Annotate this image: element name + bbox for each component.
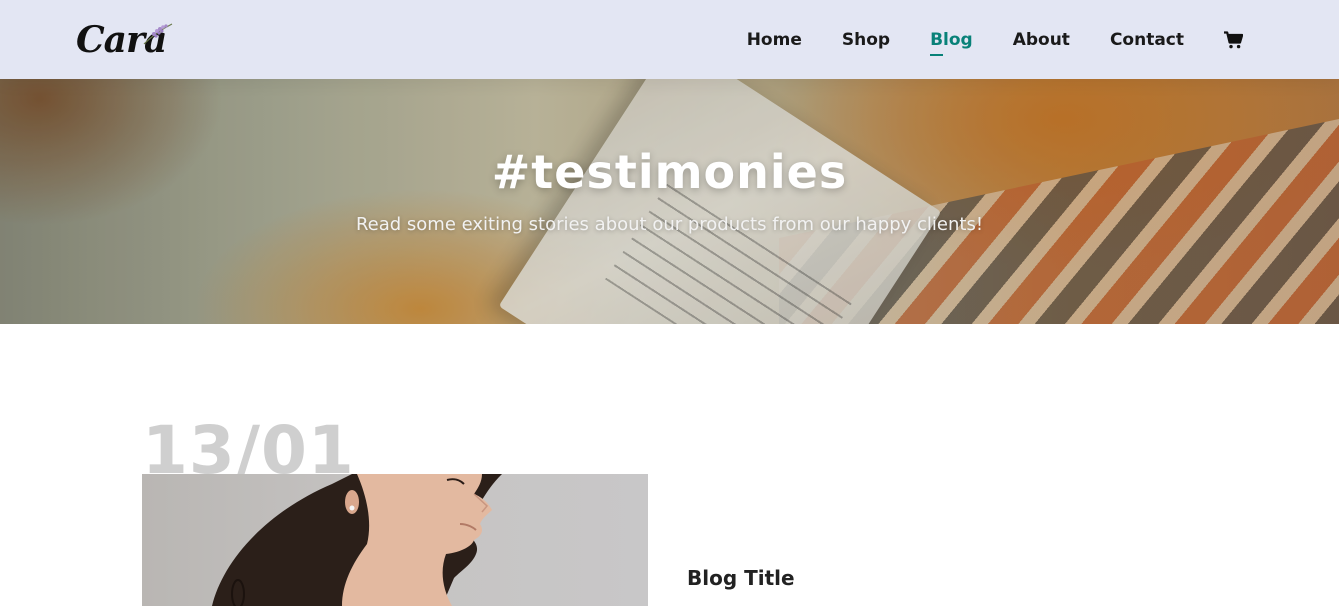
page-hero: #testimonies Read some exiting stories a… — [0, 79, 1339, 324]
hero-title: #testimonies — [491, 145, 848, 199]
blog-post-image[interactable] — [142, 474, 648, 606]
site-header: Cara Home Shop Blog About Contact — [0, 0, 1339, 79]
cart-icon[interactable] — [1224, 30, 1243, 49]
blog-post-title[interactable]: Blog Title — [687, 566, 795, 590]
main-nav: Home Shop Blog About Contact — [707, 24, 1243, 56]
nav-shop[interactable]: Shop — [842, 24, 890, 56]
lavender-sprig-icon — [143, 22, 173, 44]
hero-overlay — [0, 79, 1339, 324]
nav-about[interactable]: About — [1013, 24, 1070, 56]
brand-logo[interactable]: Cara — [76, 19, 173, 61]
nav-blog[interactable]: Blog — [930, 24, 973, 56]
hero-subtitle: Read some exiting stories about our prod… — [355, 214, 984, 235]
nav-contact[interactable]: Contact — [1110, 24, 1184, 56]
woman-profile-illustration — [212, 474, 502, 606]
nav-home[interactable]: Home — [747, 24, 802, 56]
